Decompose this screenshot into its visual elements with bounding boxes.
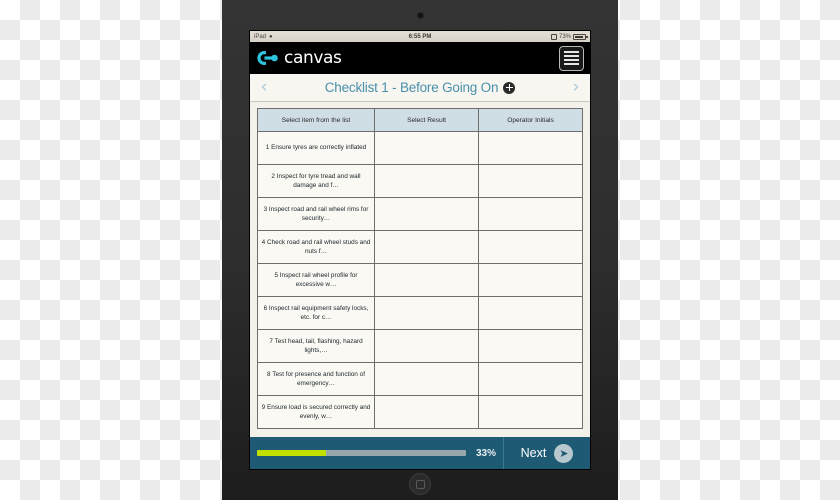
page-title: Checklist 1 - Before Going On: [324, 80, 499, 95]
table-row[interactable]: 2 Inspect for tyre tread and wall damage…: [257, 164, 583, 198]
cell-initials[interactable]: [478, 329, 583, 363]
battery-percent-label: 73%: [558, 33, 571, 40]
cell-item[interactable]: 2 Inspect for tyre tread and wall damage…: [257, 164, 375, 198]
cell-item[interactable]: 3 Inspect road and rail wheel rims for s…: [257, 197, 375, 231]
cell-initials[interactable]: [478, 230, 583, 264]
chevron-left-icon[interactable]: ‹: [257, 79, 271, 96]
cell-item[interactable]: 4 Check road and rail wheel studs and nu…: [257, 230, 375, 264]
bottom-toolbar: 33% Next ➤: [250, 437, 590, 469]
table-row[interactable]: 8 Test for presence and function of emer…: [257, 362, 583, 396]
app-header: canvas: [250, 42, 590, 74]
column-header-initials: Operator Initials: [478, 108, 583, 132]
checklist-table: Select item from the list Select Result …: [257, 108, 583, 429]
cell-initials[interactable]: [478, 164, 583, 198]
title-center-group: Checklist 1 - Before Going On: [271, 80, 569, 95]
cell-result[interactable]: [374, 131, 479, 165]
cell-result[interactable]: [374, 395, 479, 429]
cell-item[interactable]: 7 Test head, tail, flashing, hazard ligh…: [257, 329, 375, 363]
plus-circle-icon[interactable]: [503, 81, 516, 94]
canvas-logo[interactable]: canvas: [255, 48, 342, 68]
table-row[interactable]: 4 Check road and rail wheel studs and nu…: [257, 230, 583, 264]
cell-result[interactable]: [374, 362, 479, 396]
chevron-right-icon[interactable]: ›: [569, 79, 583, 96]
cell-initials[interactable]: [478, 197, 583, 231]
next-button-label: Next: [520, 446, 547, 460]
progress-bar: [257, 450, 466, 456]
cell-item[interactable]: 5 Inspect rail wheel profile for excessi…: [257, 263, 375, 297]
progress-percent-label: 33%: [475, 447, 496, 459]
home-button-icon[interactable]: [409, 473, 431, 495]
progress-bar-fill: [257, 450, 326, 456]
page-title-bar: ‹ Checklist 1 - Before Going On ›: [250, 74, 590, 102]
table-row[interactable]: 9 Ensure load is secured correctly and e…: [257, 395, 583, 429]
checklist-table-area: Select item from the list Select Result …: [250, 102, 590, 429]
front-camera-icon: [417, 13, 423, 18]
cell-result[interactable]: [374, 329, 479, 363]
cell-result[interactable]: [374, 263, 479, 297]
chevron-right-circle-icon: ➤: [554, 443, 574, 463]
cell-result[interactable]: [374, 230, 479, 264]
cell-initials[interactable]: [478, 362, 583, 396]
progress-zone: 33%: [250, 437, 504, 469]
table-row[interactable]: 7 Test head, tail, flashing, hazard ligh…: [257, 329, 583, 363]
cell-result[interactable]: [374, 296, 479, 330]
table-row[interactable]: 3 Inspect road and rail wheel rims for s…: [257, 197, 583, 231]
cell-item[interactable]: 9 Ensure load is secured correctly and e…: [257, 395, 375, 429]
hamburger-menu-icon[interactable]: [559, 45, 584, 71]
ios-status-bar: iPad ● 6:55 PM 73%: [250, 31, 590, 42]
sync-icon: [550, 33, 557, 40]
status-bar-right: 73%: [550, 33, 588, 40]
status-bar-time: 6:55 PM: [408, 33, 432, 40]
battery-icon: [573, 33, 588, 40]
cell-item[interactable]: 1 Ensure tyres are correctly inflated: [257, 131, 375, 165]
canvas-logo-icon: [257, 51, 278, 65]
cell-initials[interactable]: [478, 296, 583, 330]
cell-initials[interactable]: [478, 263, 583, 297]
device-screen: iPad ● 6:55 PM 73% canvas ‹ Checklist 1 …: [250, 31, 590, 469]
column-header-item: Select item from the list: [257, 108, 375, 132]
cell-result[interactable]: [374, 197, 479, 231]
cell-item[interactable]: 6 Inspect rail equipment safety locks, e…: [257, 296, 375, 330]
table-header-row: Select item from the list Select Result …: [257, 108, 583, 132]
table-row[interactable]: 1 Ensure tyres are correctly inflated: [257, 131, 583, 165]
cell-initials[interactable]: [478, 131, 583, 165]
canvas-logo-text: canvas: [284, 48, 342, 68]
table-row[interactable]: 5 Inspect rail wheel profile for excessi…: [257, 263, 583, 297]
ipad-device-frame: iPad ● 6:55 PM 73% canvas ‹ Checklist 1 …: [222, 0, 618, 500]
table-row[interactable]: 6 Inspect rail equipment safety locks, e…: [257, 296, 583, 330]
cell-result[interactable]: [374, 164, 479, 198]
cell-initials[interactable]: [478, 395, 583, 429]
column-header-result: Select Result: [374, 108, 479, 132]
next-button[interactable]: Next ➤: [504, 437, 590, 469]
cell-item[interactable]: 8 Test for presence and function of emer…: [257, 362, 375, 396]
